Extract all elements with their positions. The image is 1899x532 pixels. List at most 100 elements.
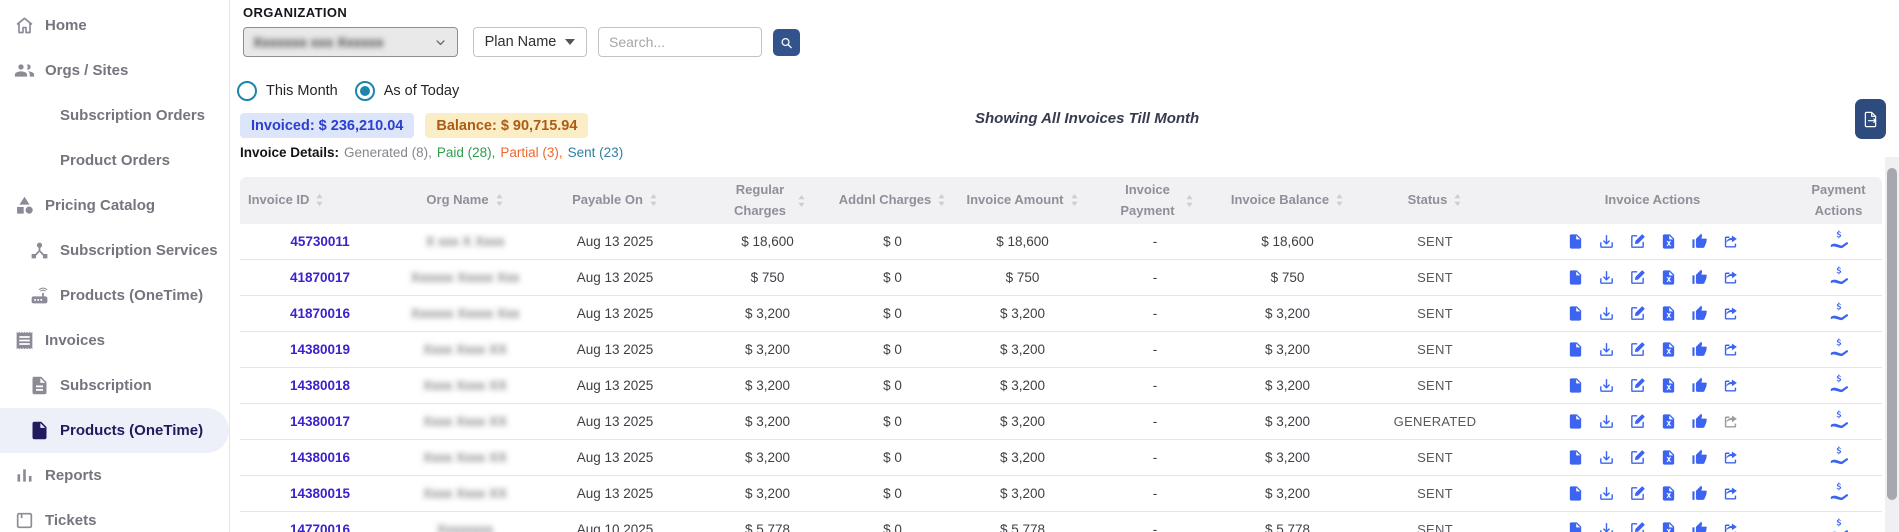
- radio-as-of-today[interactable]: As of Today: [355, 81, 460, 101]
- sort-icon[interactable]: [649, 193, 658, 207]
- invoice-file-icon[interactable]: [1567, 485, 1584, 502]
- download-invoice-icon[interactable]: [1598, 449, 1615, 466]
- invoice-id-link[interactable]: 14380018: [290, 378, 350, 393]
- share-invoice-icon[interactable]: [1722, 305, 1739, 322]
- download-invoice-icon[interactable]: [1598, 305, 1615, 322]
- excel-export-icon[interactable]: [1660, 377, 1677, 394]
- invoice-file-icon[interactable]: [1567, 269, 1584, 286]
- share-invoice-icon[interactable]: [1722, 341, 1739, 358]
- download-invoice-icon[interactable]: [1598, 413, 1615, 430]
- record-payment-icon[interactable]: [1829, 338, 1849, 358]
- sidebar-item-subscription-services[interactable]: Subscription Services: [0, 228, 229, 273]
- invoice-id-link[interactable]: 41870017: [290, 270, 350, 285]
- radio-circle-icon[interactable]: [355, 81, 375, 101]
- column-header-payable-on[interactable]: Payable On: [530, 190, 700, 210]
- column-header-org-name[interactable]: Org Name: [400, 190, 530, 210]
- share-invoice-icon[interactable]: [1722, 485, 1739, 502]
- approve-thumbs-up-icon[interactable]: [1691, 305, 1708, 322]
- invoice-file-icon[interactable]: [1567, 521, 1584, 532]
- column-header-invoice-id[interactable]: Invoice ID: [240, 190, 400, 210]
- edit-invoice-icon[interactable]: [1629, 269, 1646, 286]
- download-invoice-icon[interactable]: [1598, 485, 1615, 502]
- excel-export-icon[interactable]: [1660, 521, 1677, 532]
- edit-invoice-icon[interactable]: [1629, 449, 1646, 466]
- invoice-id-link[interactable]: 14380015: [290, 486, 350, 501]
- record-payment-icon[interactable]: [1829, 374, 1849, 394]
- sort-icon[interactable]: [937, 193, 946, 207]
- invoice-id-link[interactable]: 41870016: [290, 306, 350, 321]
- excel-export-icon[interactable]: [1660, 485, 1677, 502]
- excel-export-icon[interactable]: [1660, 269, 1677, 286]
- invoice-file-icon[interactable]: [1567, 413, 1584, 430]
- sort-icon[interactable]: [1185, 194, 1194, 208]
- search-input[interactable]: [598, 27, 762, 57]
- edit-invoice-icon[interactable]: [1629, 521, 1646, 532]
- download-invoice-icon[interactable]: [1598, 521, 1615, 532]
- share-invoice-icon[interactable]: [1722, 413, 1739, 430]
- sort-icon[interactable]: [797, 194, 806, 208]
- invoice-id-link[interactable]: 14380017: [290, 414, 350, 429]
- radio-circle-icon[interactable]: [237, 81, 257, 101]
- invoice-id-link[interactable]: 45730011: [290, 234, 349, 249]
- column-header-addnl-charges[interactable]: Addnl Charges: [835, 190, 950, 210]
- invoice-file-icon[interactable]: [1567, 233, 1584, 250]
- sort-icon[interactable]: [1335, 193, 1344, 207]
- sort-icon[interactable]: [495, 193, 504, 207]
- share-invoice-icon[interactable]: [1722, 233, 1739, 250]
- edit-invoice-icon[interactable]: [1629, 413, 1646, 430]
- sidebar-item-products-onetime[interactable]: Products (OneTime): [0, 273, 229, 318]
- sidebar-item-tickets[interactable]: Tickets: [0, 498, 229, 532]
- approve-thumbs-up-icon[interactable]: [1691, 233, 1708, 250]
- approve-thumbs-up-icon[interactable]: [1691, 269, 1708, 286]
- record-payment-icon[interactable]: [1829, 302, 1849, 322]
- share-invoice-icon[interactable]: [1722, 377, 1739, 394]
- export-button[interactable]: [1855, 99, 1886, 139]
- excel-export-icon[interactable]: [1660, 449, 1677, 466]
- share-invoice-icon[interactable]: [1722, 521, 1739, 532]
- invoice-file-icon[interactable]: [1567, 341, 1584, 358]
- radio-this-month[interactable]: This Month: [237, 81, 338, 101]
- column-header-status[interactable]: Status: [1360, 190, 1510, 210]
- column-header-invoice-payment[interactable]: Invoice Payment: [1095, 180, 1215, 220]
- excel-export-icon[interactable]: [1660, 305, 1677, 322]
- vertical-scrollbar-thumb[interactable]: [1887, 168, 1897, 500]
- edit-invoice-icon[interactable]: [1629, 377, 1646, 394]
- approve-thumbs-up-icon[interactable]: [1691, 341, 1708, 358]
- edit-invoice-icon[interactable]: [1629, 305, 1646, 322]
- record-payment-icon[interactable]: [1829, 482, 1849, 502]
- edit-invoice-icon[interactable]: [1629, 485, 1646, 502]
- plan-name-dropdown[interactable]: Plan Name: [473, 27, 587, 57]
- download-invoice-icon[interactable]: [1598, 233, 1615, 250]
- excel-export-icon[interactable]: [1660, 233, 1677, 250]
- approve-thumbs-up-icon[interactable]: [1691, 377, 1708, 394]
- sidebar-item-reports[interactable]: Reports: [0, 453, 229, 498]
- download-invoice-icon[interactable]: [1598, 341, 1615, 358]
- download-invoice-icon[interactable]: [1598, 269, 1615, 286]
- sidebar-item-orgs-sites[interactable]: Orgs / Sites: [0, 48, 229, 93]
- invoice-file-icon[interactable]: [1567, 449, 1584, 466]
- edit-invoice-icon[interactable]: [1629, 233, 1646, 250]
- edit-invoice-icon[interactable]: [1629, 341, 1646, 358]
- sidebar-item-products-onetime[interactable]: Products (OneTime): [0, 408, 229, 453]
- invoice-id-link[interactable]: 14380019: [290, 342, 350, 357]
- excel-export-icon[interactable]: [1660, 341, 1677, 358]
- sort-icon[interactable]: [1070, 193, 1079, 207]
- invoice-id-link[interactable]: 14380016: [290, 450, 350, 465]
- record-payment-icon[interactable]: [1829, 518, 1849, 532]
- approve-thumbs-up-icon[interactable]: [1691, 413, 1708, 430]
- sidebar-item-pricing-catalog[interactable]: Pricing Catalog: [0, 183, 229, 228]
- sort-icon[interactable]: [1453, 193, 1462, 207]
- column-header-invoice-amount[interactable]: Invoice Amount: [950, 190, 1095, 210]
- column-header-regular-charges[interactable]: Regular Charges: [700, 180, 835, 220]
- sort-icon[interactable]: [315, 193, 324, 207]
- record-payment-icon[interactable]: [1829, 230, 1849, 250]
- share-invoice-icon[interactable]: [1722, 269, 1739, 286]
- invoice-file-icon[interactable]: [1567, 305, 1584, 322]
- organization-select[interactable]: Xxxxxxx xxx Xxxxxx: [243, 27, 458, 57]
- sidebar-item-product-orders[interactable]: Product Orders: [0, 138, 229, 183]
- excel-export-icon[interactable]: [1660, 413, 1677, 430]
- record-payment-icon[interactable]: [1829, 446, 1849, 466]
- sidebar-item-subscription-orders[interactable]: Subscription Orders: [0, 93, 229, 138]
- sidebar-item-home[interactable]: Home: [0, 3, 229, 48]
- sidebar-item-subscription[interactable]: Subscription: [0, 363, 229, 408]
